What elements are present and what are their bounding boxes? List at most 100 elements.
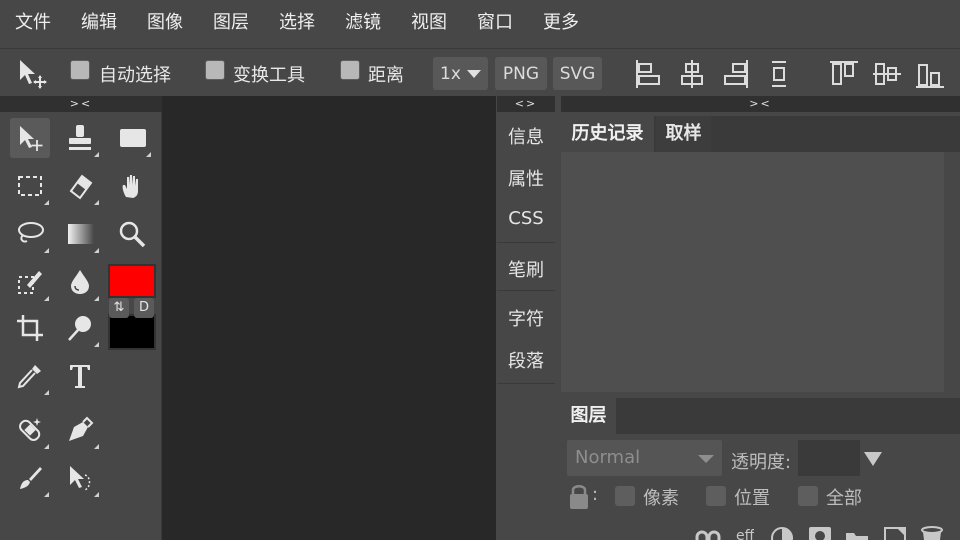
dodge-icon bbox=[68, 316, 91, 341]
pen-nib-icon bbox=[69, 416, 94, 441]
move-tool-button[interactable] bbox=[10, 118, 50, 158]
zoom-value: 1x bbox=[440, 63, 461, 84]
auto-select-checkbox[interactable] bbox=[70, 60, 90, 80]
menu-edit[interactable]: 编辑 bbox=[66, 0, 132, 46]
tab-sample[interactable]: 取样 bbox=[656, 116, 711, 152]
gradient-tool-button[interactable] bbox=[60, 214, 100, 254]
transform-checkbox[interactable] bbox=[205, 60, 225, 80]
zoom-tool-button[interactable] bbox=[112, 214, 152, 254]
opacity-dropdown-icon[interactable] bbox=[864, 452, 882, 466]
lock-all-checkbox[interactable] bbox=[798, 486, 818, 506]
delete-layer-icon[interactable] bbox=[920, 526, 944, 540]
auto-select-label: 自动选择 bbox=[99, 65, 171, 86]
tab-history[interactable]: 历史记录 bbox=[561, 116, 654, 152]
link-layers-icon[interactable] bbox=[695, 528, 721, 540]
water-drop-icon bbox=[71, 270, 89, 294]
menu-select[interactable]: 选择 bbox=[264, 0, 330, 46]
right-panel-collapse-bar[interactable]: >< bbox=[561, 96, 960, 112]
menu-filter[interactable]: 滤镜 bbox=[330, 0, 396, 46]
move-arrow-icon bbox=[20, 126, 43, 151]
foreground-color-swatch[interactable] bbox=[108, 264, 156, 298]
default-colors-button[interactable]: D bbox=[134, 298, 154, 318]
tab-character[interactable]: 字符 bbox=[497, 305, 555, 331]
text-t-icon bbox=[70, 365, 90, 388]
layer-effects-button[interactable]: eff bbox=[736, 526, 754, 540]
background-color-swatch[interactable] bbox=[108, 314, 156, 350]
tab-info[interactable]: 信息 bbox=[497, 123, 555, 149]
toolbox-collapse-bar[interactable]: >< bbox=[0, 96, 162, 112]
transform-label: 变换工具 bbox=[233, 65, 305, 86]
color-swatch-area: ⇅ D bbox=[106, 262, 158, 352]
quick-select-tool-button[interactable] bbox=[10, 262, 50, 302]
side-tabs-divider bbox=[497, 383, 555, 384]
tab-properties[interactable]: 属性 bbox=[497, 165, 555, 191]
align-top-icon[interactable] bbox=[828, 58, 860, 90]
export-png-button[interactable]: PNG bbox=[495, 57, 547, 90]
stamp-icon bbox=[69, 125, 91, 150]
gradient-icon bbox=[68, 224, 94, 244]
blend-mode-select[interactable]: Normal bbox=[567, 440, 722, 476]
tab-css[interactable]: CSS bbox=[497, 208, 555, 229]
magnifier-icon bbox=[119, 221, 146, 248]
zoom-dropdown[interactable]: 1x bbox=[433, 57, 488, 90]
menu-file[interactable]: 文件 bbox=[0, 0, 66, 46]
crop-tool-button[interactable] bbox=[10, 308, 50, 348]
eraser-tool-button[interactable] bbox=[60, 166, 100, 206]
tab-brush[interactable]: 笔刷 bbox=[497, 256, 555, 282]
marquee-icon bbox=[18, 176, 42, 196]
eyedropper-tool-button[interactable] bbox=[10, 356, 50, 396]
side-tabs-divider bbox=[497, 242, 555, 243]
opacity-label: 透明度: bbox=[731, 452, 792, 473]
move-tool-icon bbox=[16, 56, 50, 90]
menu-more[interactable]: 更多 bbox=[528, 0, 594, 46]
marquee-tool-button[interactable] bbox=[10, 166, 50, 206]
hand-icon bbox=[122, 175, 138, 198]
quick-select-brush-icon bbox=[18, 271, 42, 294]
menu-bar: 文件 编辑 图像 图层 选择 滤镜 视图 窗口 更多 bbox=[0, 0, 960, 46]
eyedropper-icon bbox=[17, 365, 41, 389]
shape-tool-button[interactable] bbox=[112, 118, 152, 158]
adjustment-layer-icon[interactable] bbox=[770, 526, 794, 540]
opacity-input[interactable] bbox=[798, 440, 860, 476]
menu-layer[interactable]: 图层 bbox=[198, 0, 264, 46]
export-svg-button[interactable]: SVG bbox=[553, 57, 602, 90]
hand-tool-button[interactable] bbox=[112, 166, 152, 206]
side-tabs-divider bbox=[497, 290, 555, 291]
lock-pixels-checkbox[interactable] bbox=[615, 486, 635, 506]
swap-colors-button[interactable]: ⇅ bbox=[109, 298, 129, 318]
align-bottom-icon[interactable] bbox=[914, 58, 946, 90]
healing-tool-button[interactable] bbox=[10, 410, 50, 450]
align-middle-icon[interactable] bbox=[871, 58, 903, 90]
align-right-icon[interactable] bbox=[721, 58, 751, 90]
canvas-area[interactable] bbox=[162, 96, 496, 540]
history-list[interactable] bbox=[561, 152, 944, 392]
new-layer-icon[interactable] bbox=[883, 526, 907, 540]
tab-paragraph[interactable]: 段落 bbox=[497, 347, 555, 373]
pen-tool-button[interactable] bbox=[60, 410, 100, 450]
distance-checkbox[interactable] bbox=[340, 60, 360, 80]
menu-view[interactable]: 视图 bbox=[396, 0, 462, 46]
text-tool-button[interactable] bbox=[60, 356, 100, 396]
new-folder-icon[interactable] bbox=[845, 528, 869, 540]
chevron-down-icon bbox=[698, 455, 714, 463]
lock-position-checkbox[interactable] bbox=[706, 486, 726, 506]
path-select-tool-button[interactable] bbox=[60, 458, 100, 498]
chevron-down-icon bbox=[466, 69, 481, 78]
align-center-h-icon[interactable] bbox=[677, 58, 707, 90]
layers-tabbar bbox=[561, 398, 960, 434]
eraser-icon bbox=[69, 174, 93, 200]
distribute-h-icon[interactable] bbox=[764, 58, 794, 90]
side-tabs-collapse-bar[interactable]: <> bbox=[497, 96, 555, 112]
lasso-icon bbox=[18, 222, 44, 243]
tab-layers[interactable]: 图层 bbox=[561, 398, 616, 434]
stamp-tool-button[interactable] bbox=[60, 118, 100, 158]
layer-mask-icon[interactable] bbox=[808, 526, 832, 540]
dodge-tool-button[interactable] bbox=[60, 308, 100, 348]
menu-image[interactable]: 图像 bbox=[132, 0, 198, 46]
blur-tool-button[interactable] bbox=[60, 262, 100, 302]
brush-tool-button[interactable] bbox=[10, 458, 50, 498]
lasso-tool-button[interactable] bbox=[10, 214, 50, 254]
distance-label: 距离 bbox=[368, 65, 404, 86]
menu-window[interactable]: 窗口 bbox=[462, 0, 528, 46]
align-left-icon[interactable] bbox=[633, 58, 663, 90]
